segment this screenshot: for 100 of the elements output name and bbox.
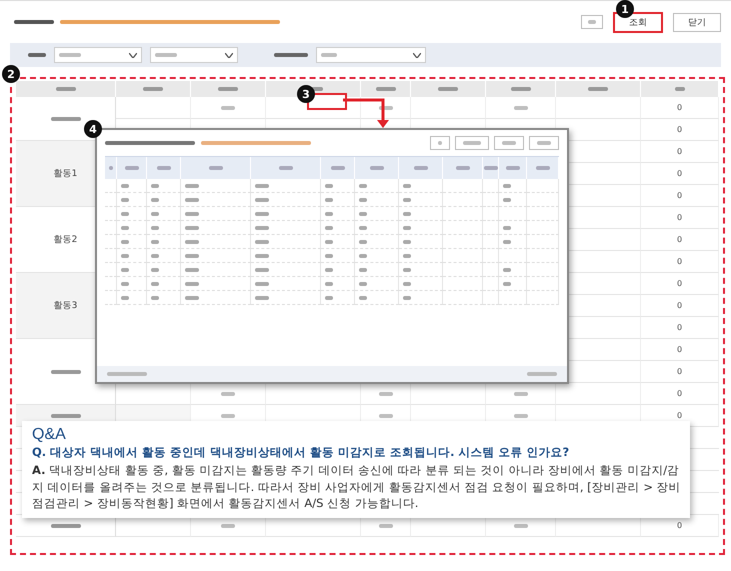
select-field[interactable] bbox=[150, 47, 238, 63]
blurred-text-icon bbox=[359, 226, 367, 230]
blurred-text-icon bbox=[208, 166, 222, 170]
blurred-text-icon bbox=[185, 212, 199, 216]
qa-title: Q&A bbox=[32, 426, 67, 444]
blurred-text-icon bbox=[456, 166, 470, 170]
blurred-text-icon bbox=[514, 392, 528, 396]
blurred-text-icon bbox=[121, 184, 129, 188]
blurred-text-icon bbox=[506, 166, 520, 170]
blurred-text-icon bbox=[438, 87, 458, 91]
blurred-text-icon bbox=[502, 141, 516, 145]
blurred-text-icon bbox=[359, 296, 367, 300]
blurred-text-icon bbox=[514, 414, 528, 418]
blurred-text-icon bbox=[414, 166, 428, 170]
blurred-text-icon bbox=[50, 524, 80, 528]
blurred-text-icon bbox=[588, 87, 608, 91]
refresh-button[interactable] bbox=[581, 15, 603, 29]
table-cell: 0 bbox=[641, 163, 719, 185]
blurred-text-icon bbox=[514, 524, 528, 528]
blurred-text-icon bbox=[537, 141, 551, 145]
blurred-text-icon bbox=[255, 268, 269, 272]
blurred-text-icon bbox=[151, 226, 159, 230]
blurred-text-icon bbox=[359, 268, 367, 272]
blurred-text-icon bbox=[378, 106, 392, 110]
blurred-text-icon bbox=[185, 254, 199, 258]
blurred-text-icon bbox=[536, 166, 550, 170]
popup-button[interactable] bbox=[529, 136, 559, 150]
blurred-text-icon bbox=[378, 392, 392, 396]
blurred-text-icon bbox=[325, 268, 333, 272]
blurred-text-icon bbox=[151, 268, 159, 272]
blurred-text-icon bbox=[151, 184, 159, 188]
popup-button[interactable] bbox=[494, 136, 524, 150]
blurred-text-icon bbox=[359, 282, 367, 286]
blurred-text-icon bbox=[255, 212, 269, 216]
blurred-text-icon bbox=[325, 296, 333, 300]
blurred-text-icon bbox=[503, 184, 511, 188]
blurred-text-icon bbox=[359, 198, 367, 202]
blurred-text-icon bbox=[325, 240, 333, 244]
table-cell bbox=[527, 207, 559, 221]
blurred-text-icon bbox=[124, 166, 138, 170]
dropdown-caret-icon bbox=[413, 52, 421, 58]
step-marker: 2 bbox=[2, 65, 20, 83]
blurred-text-icon bbox=[503, 240, 511, 244]
table-cell: 0 bbox=[641, 207, 719, 229]
blurred-text-icon bbox=[221, 414, 235, 418]
blurred-text-icon bbox=[403, 282, 411, 286]
blurred-text-icon bbox=[255, 198, 269, 202]
popup-button[interactable] bbox=[455, 136, 489, 150]
blurred-text-icon bbox=[151, 198, 159, 202]
select-field[interactable] bbox=[316, 47, 426, 63]
blurred-text-icon bbox=[274, 53, 308, 57]
blurred-text-icon bbox=[330, 166, 344, 170]
blurred-text-icon bbox=[403, 254, 411, 258]
select-field[interactable] bbox=[54, 47, 142, 63]
blurred-text-icon bbox=[255, 240, 269, 244]
popup-button[interactable] bbox=[430, 136, 450, 150]
blurred-text-icon bbox=[221, 106, 235, 110]
blurred-text-icon bbox=[108, 166, 112, 170]
blurred-text-icon bbox=[151, 296, 159, 300]
blurred-text-icon bbox=[510, 87, 530, 91]
table-cell bbox=[483, 291, 499, 305]
blurred-text-icon bbox=[255, 296, 269, 300]
blurred-text-icon bbox=[185, 268, 199, 272]
blurred-text-icon bbox=[359, 184, 367, 188]
blurred-text-icon bbox=[121, 282, 129, 286]
toolbar-button[interactable]: 조회 bbox=[613, 12, 663, 32]
blurred-text-icon bbox=[321, 53, 337, 57]
blurred-text-icon bbox=[151, 240, 159, 244]
blurred-text-icon bbox=[378, 524, 392, 528]
blurred-text-icon bbox=[221, 392, 235, 396]
blurred-text-icon bbox=[151, 282, 159, 286]
table-cell: 0 bbox=[641, 141, 719, 163]
blurred-text-icon bbox=[325, 226, 333, 230]
blurred-text-icon bbox=[155, 53, 177, 57]
table-cell: 0 bbox=[641, 119, 719, 141]
blurred-text-icon bbox=[359, 212, 367, 216]
table-cell: 0 bbox=[641, 97, 719, 119]
blurred-text-icon bbox=[121, 198, 129, 202]
table-cell bbox=[483, 249, 499, 263]
blurred-text-icon bbox=[121, 254, 129, 258]
answer-text: A. 댁내장비상태 활동 중, 활동 미감지는 활동량 주기 데이터 송신에 따라 분류 되는 것이 아니라 장비에서 활동 미감지/감지 데이터를 올려주는 것으로 분류됩니다. 따라서 장비 사업자에게 활동감지센서 점검 요청이 필요하며, [장비관리 > 장비 점검관리 > 장비동작현황] 화면에서 활동감지센서 A/S 신청 가능합니다. bbox=[32, 462, 682, 512]
blurred-text-icon bbox=[359, 240, 367, 244]
toolbar-button[interactable]: 닫기 bbox=[673, 12, 721, 32]
blurred-text-icon bbox=[185, 240, 199, 244]
table-cell: 0 bbox=[641, 317, 719, 339]
blurred-text-icon bbox=[50, 414, 80, 418]
blurred-text-icon bbox=[185, 184, 199, 188]
blurred-text-icon bbox=[218, 87, 238, 91]
blurred-text-icon bbox=[438, 141, 442, 145]
blurred-text-icon bbox=[403, 184, 411, 188]
blurred-text-icon bbox=[359, 254, 367, 258]
blurred-text-icon bbox=[403, 296, 411, 300]
dropdown-caret-icon bbox=[129, 52, 137, 58]
table-cell: 0 bbox=[641, 295, 719, 317]
blurred-text-icon bbox=[255, 254, 269, 258]
blurred-text-icon bbox=[107, 372, 147, 376]
blurred-text-icon bbox=[185, 282, 199, 286]
blurred-text-icon bbox=[121, 240, 129, 244]
blurred-text-icon bbox=[325, 212, 333, 216]
blurred-text-icon bbox=[325, 198, 333, 202]
